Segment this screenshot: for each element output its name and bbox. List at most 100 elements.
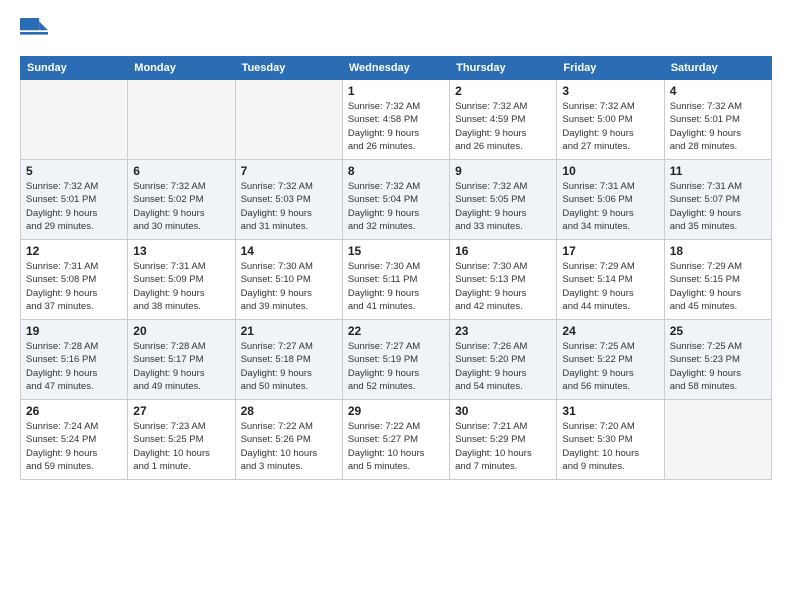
day-number: 17 bbox=[562, 244, 658, 258]
calendar-cell: 13Sunrise: 7:31 AM Sunset: 5:09 PM Dayli… bbox=[128, 240, 235, 320]
calendar-cell: 15Sunrise: 7:30 AM Sunset: 5:11 PM Dayli… bbox=[342, 240, 449, 320]
day-info: Sunrise: 7:32 AM Sunset: 5:04 PM Dayligh… bbox=[348, 180, 444, 233]
calendar-cell: 1 Sunrise: 7:32 AM Sunset: 4:58 PM Daylig… bbox=[342, 80, 449, 160]
day-number: 19 bbox=[26, 324, 122, 338]
calendar-cell: 10 Sunrise: 7:31 AM Sunset: 5:06 PM Dayli… bbox=[557, 160, 664, 240]
day-info: Sunrise: 7:31 AM Sunset: 5:06 PM Dayligh… bbox=[562, 180, 658, 233]
day-info: Sunrise: 7:29 AM Sunset: 5:14 PM Dayligh… bbox=[562, 260, 658, 313]
day-number: 28 bbox=[241, 404, 337, 418]
calendar-cell: 20 Sunrise: 7:28 AM Sunset: 5:17 PM Dayli… bbox=[128, 320, 235, 400]
day-number: 7 bbox=[241, 164, 337, 178]
day-number: 21 bbox=[241, 324, 337, 338]
day-info: Sunrise: 7:20 AM Sunset: 5:30 PM Dayligh… bbox=[562, 420, 658, 473]
calendar-cell: 26 Sunrise: 7:24 AM Sunset: 5:24 PM Dayli… bbox=[21, 400, 128, 480]
day-info: Sunrise: 7:32 AM Sunset: 5:02 PM Dayligh… bbox=[133, 180, 229, 233]
day-info: Sunrise: 7:32 AM Sunset: 5:01 PM Dayligh… bbox=[670, 100, 766, 153]
calendar-cell: 4 Sunrise: 7:32 AM Sunset: 5:01 PM Daylig… bbox=[664, 80, 771, 160]
calendar-cell: 30 Sunrise: 7:21 AM Sunset: 5:29 PM Dayli… bbox=[450, 400, 557, 480]
weekday-header-row: SundayMondayTuesdayWednesdayThursdayFrid… bbox=[21, 57, 772, 80]
calendar-cell: 22 Sunrise: 7:27 AM Sunset: 5:19 PM Dayli… bbox=[342, 320, 449, 400]
calendar-cell: 14Sunrise: 7:30 AM Sunset: 5:10 PM Dayli… bbox=[235, 240, 342, 320]
day-number: 5 bbox=[26, 164, 122, 178]
day-number: 25 bbox=[670, 324, 766, 338]
calendar-cell: 6 Sunrise: 7:32 AM Sunset: 5:02 PM Daylig… bbox=[128, 160, 235, 240]
calendar-cell: 19 Sunrise: 7:28 AM Sunset: 5:16 PM Dayli… bbox=[21, 320, 128, 400]
weekday-header-friday: Friday bbox=[557, 57, 664, 80]
logo bbox=[20, 18, 52, 46]
day-info: Sunrise: 7:29 AM Sunset: 5:15 PM Dayligh… bbox=[670, 260, 766, 313]
day-number: 11 bbox=[670, 164, 766, 178]
day-info: Sunrise: 7:24 AM Sunset: 5:24 PM Dayligh… bbox=[26, 420, 122, 473]
day-info: Sunrise: 7:32 AM Sunset: 4:58 PM Dayligh… bbox=[348, 100, 444, 153]
calendar-page: SundayMondayTuesdayWednesdayThursdayFrid… bbox=[0, 0, 792, 612]
day-info: Sunrise: 7:32 AM Sunset: 5:01 PM Dayligh… bbox=[26, 180, 122, 233]
day-number: 8 bbox=[348, 164, 444, 178]
day-number: 6 bbox=[133, 164, 229, 178]
day-number: 24 bbox=[562, 324, 658, 338]
day-info: Sunrise: 7:25 AM Sunset: 5:23 PM Dayligh… bbox=[670, 340, 766, 393]
day-number: 4 bbox=[670, 84, 766, 98]
day-info: Sunrise: 7:32 AM Sunset: 5:05 PM Dayligh… bbox=[455, 180, 551, 233]
day-info: Sunrise: 7:22 AM Sunset: 5:27 PM Dayligh… bbox=[348, 420, 444, 473]
day-number: 13 bbox=[133, 244, 229, 258]
calendar-cell: 24 Sunrise: 7:25 AM Sunset: 5:22 PM Dayli… bbox=[557, 320, 664, 400]
calendar-cell: 17 Sunrise: 7:29 AM Sunset: 5:14 PM Dayli… bbox=[557, 240, 664, 320]
day-info: Sunrise: 7:28 AM Sunset: 5:17 PM Dayligh… bbox=[133, 340, 229, 393]
day-number: 16 bbox=[455, 244, 551, 258]
calendar-cell: 31Sunrise: 7:20 AM Sunset: 5:30 PM Dayli… bbox=[557, 400, 664, 480]
day-number: 22 bbox=[348, 324, 444, 338]
day-info: Sunrise: 7:25 AM Sunset: 5:22 PM Dayligh… bbox=[562, 340, 658, 393]
day-info: Sunrise: 7:31 AM Sunset: 5:07 PM Dayligh… bbox=[670, 180, 766, 233]
calendar-cell: 8 Sunrise: 7:32 AM Sunset: 5:04 PM Daylig… bbox=[342, 160, 449, 240]
calendar-cell: 21 Sunrise: 7:27 AM Sunset: 5:18 PM Dayli… bbox=[235, 320, 342, 400]
calendar-cell: 11 Sunrise: 7:31 AM Sunset: 5:07 PM Dayli… bbox=[664, 160, 771, 240]
weekday-header-saturday: Saturday bbox=[664, 57, 771, 80]
week-row-2: 5 Sunrise: 7:32 AM Sunset: 5:01 PM Daylig… bbox=[21, 160, 772, 240]
day-info: Sunrise: 7:22 AM Sunset: 5:26 PM Dayligh… bbox=[241, 420, 337, 473]
calendar-cell: 7Sunrise: 7:32 AM Sunset: 5:03 PM Daylig… bbox=[235, 160, 342, 240]
day-number: 20 bbox=[133, 324, 229, 338]
day-number: 29 bbox=[348, 404, 444, 418]
logo-icon bbox=[20, 18, 48, 46]
day-info: Sunrise: 7:31 AM Sunset: 5:08 PM Dayligh… bbox=[26, 260, 122, 313]
calendar-cell bbox=[235, 80, 342, 160]
day-info: Sunrise: 7:23 AM Sunset: 5:25 PM Dayligh… bbox=[133, 420, 229, 473]
calendar-cell bbox=[664, 400, 771, 480]
calendar-cell: 18 Sunrise: 7:29 AM Sunset: 5:15 PM Dayli… bbox=[664, 240, 771, 320]
calendar-cell: 16 Sunrise: 7:30 AM Sunset: 5:13 PM Dayli… bbox=[450, 240, 557, 320]
day-info: Sunrise: 7:27 AM Sunset: 5:18 PM Dayligh… bbox=[241, 340, 337, 393]
calendar-cell: 12Sunrise: 7:31 AM Sunset: 5:08 PM Dayli… bbox=[21, 240, 128, 320]
day-number: 30 bbox=[455, 404, 551, 418]
day-number: 3 bbox=[562, 84, 658, 98]
calendar-cell: 25 Sunrise: 7:25 AM Sunset: 5:23 PM Dayli… bbox=[664, 320, 771, 400]
day-number: 9 bbox=[455, 164, 551, 178]
weekday-header-monday: Monday bbox=[128, 57, 235, 80]
calendar-cell: 28 Sunrise: 7:22 AM Sunset: 5:26 PM Dayli… bbox=[235, 400, 342, 480]
calendar-cell bbox=[21, 80, 128, 160]
day-number: 18 bbox=[670, 244, 766, 258]
day-number: 1 bbox=[348, 84, 444, 98]
header bbox=[20, 18, 772, 46]
day-number: 10 bbox=[562, 164, 658, 178]
week-row-1: 1 Sunrise: 7:32 AM Sunset: 4:58 PM Daylig… bbox=[21, 80, 772, 160]
day-info: Sunrise: 7:27 AM Sunset: 5:19 PM Dayligh… bbox=[348, 340, 444, 393]
day-info: Sunrise: 7:28 AM Sunset: 5:16 PM Dayligh… bbox=[26, 340, 122, 393]
calendar-cell: 23 Sunrise: 7:26 AM Sunset: 5:20 PM Dayli… bbox=[450, 320, 557, 400]
calendar-cell: 5 Sunrise: 7:32 AM Sunset: 5:01 PM Daylig… bbox=[21, 160, 128, 240]
day-info: Sunrise: 7:30 AM Sunset: 5:13 PM Dayligh… bbox=[455, 260, 551, 313]
weekday-header-thursday: Thursday bbox=[450, 57, 557, 80]
day-info: Sunrise: 7:32 AM Sunset: 4:59 PM Dayligh… bbox=[455, 100, 551, 153]
week-row-5: 26 Sunrise: 7:24 AM Sunset: 5:24 PM Dayli… bbox=[21, 400, 772, 480]
week-row-3: 12Sunrise: 7:31 AM Sunset: 5:08 PM Dayli… bbox=[21, 240, 772, 320]
weekday-header-sunday: Sunday bbox=[21, 57, 128, 80]
day-number: 26 bbox=[26, 404, 122, 418]
day-info: Sunrise: 7:21 AM Sunset: 5:29 PM Dayligh… bbox=[455, 420, 551, 473]
day-number: 27 bbox=[133, 404, 229, 418]
day-number: 15 bbox=[348, 244, 444, 258]
day-number: 23 bbox=[455, 324, 551, 338]
calendar-cell: 27 Sunrise: 7:23 AM Sunset: 5:25 PM Dayli… bbox=[128, 400, 235, 480]
calendar-cell: 3Sunrise: 7:32 AM Sunset: 5:00 PM Daylig… bbox=[557, 80, 664, 160]
calendar-cell bbox=[128, 80, 235, 160]
day-info: Sunrise: 7:26 AM Sunset: 5:20 PM Dayligh… bbox=[455, 340, 551, 393]
calendar-cell: 29 Sunrise: 7:22 AM Sunset: 5:27 PM Dayli… bbox=[342, 400, 449, 480]
